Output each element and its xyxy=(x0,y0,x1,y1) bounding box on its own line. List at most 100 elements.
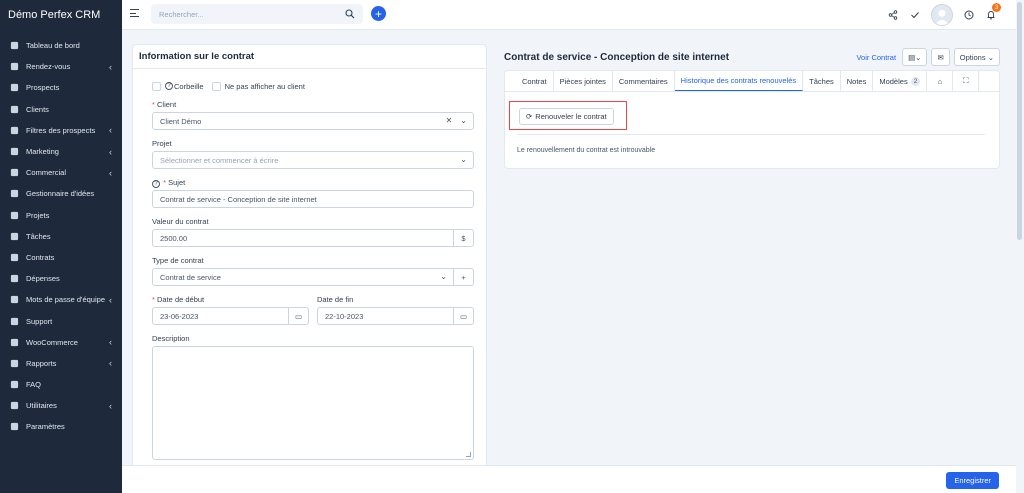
hide-client-checkbox[interactable] xyxy=(211,81,221,91)
options-button[interactable]: Options ⌄ xyxy=(953,48,1000,66)
topbar: + 3 xyxy=(122,0,1024,30)
sidebar-item-label: Projets xyxy=(26,210,50,220)
bar-chart-icon xyxy=(9,358,19,368)
end-date-label: Date de fin xyxy=(317,295,354,304)
sidebar-item-label: Support xyxy=(26,316,53,326)
sidebar-item-ta-ches[interactable]: Tâches xyxy=(0,226,122,247)
check-icon[interactable] xyxy=(904,0,926,30)
calendar-icon[interactable]: ▭ xyxy=(453,307,473,325)
calendar-icon xyxy=(9,62,19,72)
scrollbar-thumb[interactable] xyxy=(1017,2,1022,240)
sidebar-item-filtres-des-prospects[interactable]: Filtres des prospects ‹ xyxy=(0,120,122,141)
pdf-dropdown-button[interactable]: ▤ ⌄ xyxy=(902,48,928,66)
tab-pie-ces-jointes[interactable]: Pièces jointes xyxy=(554,71,613,91)
sidebar-item-label: Contrats xyxy=(26,252,55,262)
client-select[interactable]: Client Démo ✕ ⌄ xyxy=(152,112,474,130)
start-date-field[interactable]: 23-06-2023 ▭ xyxy=(152,307,309,325)
search-box[interactable] xyxy=(151,4,363,24)
tab-label: Notes xyxy=(846,76,867,86)
sidebar-item-faq[interactable]: FAQ xyxy=(0,374,122,395)
chevron-left-icon: ‹ xyxy=(109,400,112,411)
sidebar-item-woocommerce[interactable]: WooCommerce ‹ xyxy=(0,332,122,353)
resize-grip-icon[interactable] xyxy=(466,452,471,457)
clock-icon[interactable] xyxy=(958,0,980,30)
refresh-icon: ⟳ xyxy=(526,112,533,121)
tab-label: Tâches xyxy=(809,76,834,86)
sidebar-item-label: Paramètres xyxy=(26,422,65,432)
email-button[interactable]: ✉ xyxy=(931,48,950,66)
search-icon[interactable] xyxy=(345,9,355,19)
sidebar-item-gestionnaire-d-ide-es[interactable]: Gestionnaire d'idées xyxy=(0,183,122,204)
user-icon xyxy=(9,104,19,114)
help-icon: ? xyxy=(165,82,173,90)
contract-type-value: Contrat de service xyxy=(160,272,221,282)
share-icon[interactable] xyxy=(882,0,904,30)
calendar-icon[interactable]: ▭ xyxy=(288,307,308,325)
tab-contrat[interactable]: Contrat xyxy=(516,71,554,91)
tab-notes[interactable]: Notes xyxy=(841,71,874,91)
envelope-icon: ✉ xyxy=(937,52,944,62)
home-icon xyxy=(9,41,19,51)
description-textarea[interactable] xyxy=(152,346,474,460)
view-contract-link[interactable]: Voir Contrat xyxy=(856,53,896,62)
clear-icon[interactable]: ✕ xyxy=(446,116,453,125)
sidebar-item-rendez-vous[interactable]: Rendez-vous ‹ xyxy=(0,56,122,77)
project-select[interactable]: Sélectionner et commencer à écrire ⌄ xyxy=(152,151,474,169)
sidebar-item-clients[interactable]: Clients xyxy=(0,99,122,120)
lifebuoy-icon xyxy=(9,316,19,326)
tab-label: Modèles xyxy=(879,76,908,86)
add-type-button[interactable]: + xyxy=(453,268,473,286)
expand-icon[interactable]: ⛶ xyxy=(953,71,980,91)
archive-icon[interactable]: ⌂ xyxy=(927,71,954,91)
bell-icon[interactable]: 3 xyxy=(980,0,1002,30)
app-brand[interactable]: Démo Perfex CRM xyxy=(0,0,122,30)
tab-commentaires[interactable]: Commentaires xyxy=(613,71,675,91)
sidebar-item-label: Tâches xyxy=(26,231,51,241)
sidebar-item-prospects[interactable]: Prospects xyxy=(0,77,122,98)
renew-contract-button[interactable]: ⟳ Renouveler le contrat xyxy=(519,108,614,125)
page-scrollbar[interactable] xyxy=(1016,0,1024,493)
help-icon: ? xyxy=(152,180,160,188)
end-date-field[interactable]: 22-10-2023 ▭ xyxy=(317,307,474,325)
sidebar-item-label: Prospects xyxy=(26,83,60,93)
sidebar-item-de-penses[interactable]: Dépenses xyxy=(0,268,122,289)
avatar[interactable] xyxy=(931,4,953,26)
sidebar-item-utilitaires[interactable]: Utilitaires ‹ xyxy=(0,395,122,416)
sidebar-item-marketing[interactable]: Marketing ‹ xyxy=(0,141,122,162)
chevron-down-icon: ⌄ xyxy=(460,155,467,164)
project-label: Projet xyxy=(152,139,172,148)
search-input[interactable] xyxy=(151,4,331,24)
save-button[interactable]: Enregistrer xyxy=(946,472,999,489)
subject-field[interactable]: Contrat de service - Conception de site … xyxy=(152,190,474,208)
contract-type-select[interactable]: Contrat de service ⌄ + xyxy=(152,268,474,286)
quick-add-button[interactable]: + xyxy=(371,6,386,21)
contract-detail-panel: Contrat Pièces jointes Commentaires Histori… xyxy=(504,70,1000,169)
start-date-label: Date de début xyxy=(157,295,205,304)
tab-mode-les[interactable]: Modèles 2 xyxy=(873,71,928,91)
sidebar-item-projets[interactable]: Projets xyxy=(0,205,122,226)
tab-label: Pièces jointes xyxy=(559,76,606,86)
bottom-action-bar: Enregistrer xyxy=(122,465,1024,493)
contract-value-field[interactable]: 2500.00 $ xyxy=(152,229,474,247)
tab-ta-ches[interactable]: Tâches xyxy=(803,71,841,91)
trash-checkbox[interactable] xyxy=(152,81,161,91)
trash-label: Corbeille xyxy=(174,81,204,91)
sidebar-item-parame-tres[interactable]: Paramètres xyxy=(0,416,122,437)
sidebar-item-mots-de-passe-d-e-quipe[interactable]: Mots de passe d'équipe ‹ xyxy=(0,289,122,310)
sidebar-item-tableau-de-bord[interactable]: Tableau de bord xyxy=(0,35,122,56)
file-icon xyxy=(9,252,19,262)
chevron-down-icon: ⌄ xyxy=(987,52,994,62)
sidebar-item-label: Rapports xyxy=(26,358,57,368)
sidebar-item-rapports[interactable]: Rapports ‹ xyxy=(0,353,122,374)
sidebar-item-support[interactable]: Support xyxy=(0,310,122,331)
check-circle-icon xyxy=(9,231,19,241)
sidebar-item-label: Clients xyxy=(26,104,49,114)
menu-toggle-icon[interactable] xyxy=(130,9,139,19)
sidebar-item-contrats[interactable]: Contrats xyxy=(0,247,122,268)
tab-historique-des-contrats-renouvele-s[interactable]: Historique des contrats renouvelés xyxy=(674,71,804,91)
filter-icon xyxy=(9,125,19,135)
start-date-value: 23-06-2023 xyxy=(160,311,199,321)
sidebar-item-commercial[interactable]: Commercial ‹ xyxy=(0,162,122,183)
bulb-icon xyxy=(9,189,19,199)
file-text-icon xyxy=(9,274,19,284)
